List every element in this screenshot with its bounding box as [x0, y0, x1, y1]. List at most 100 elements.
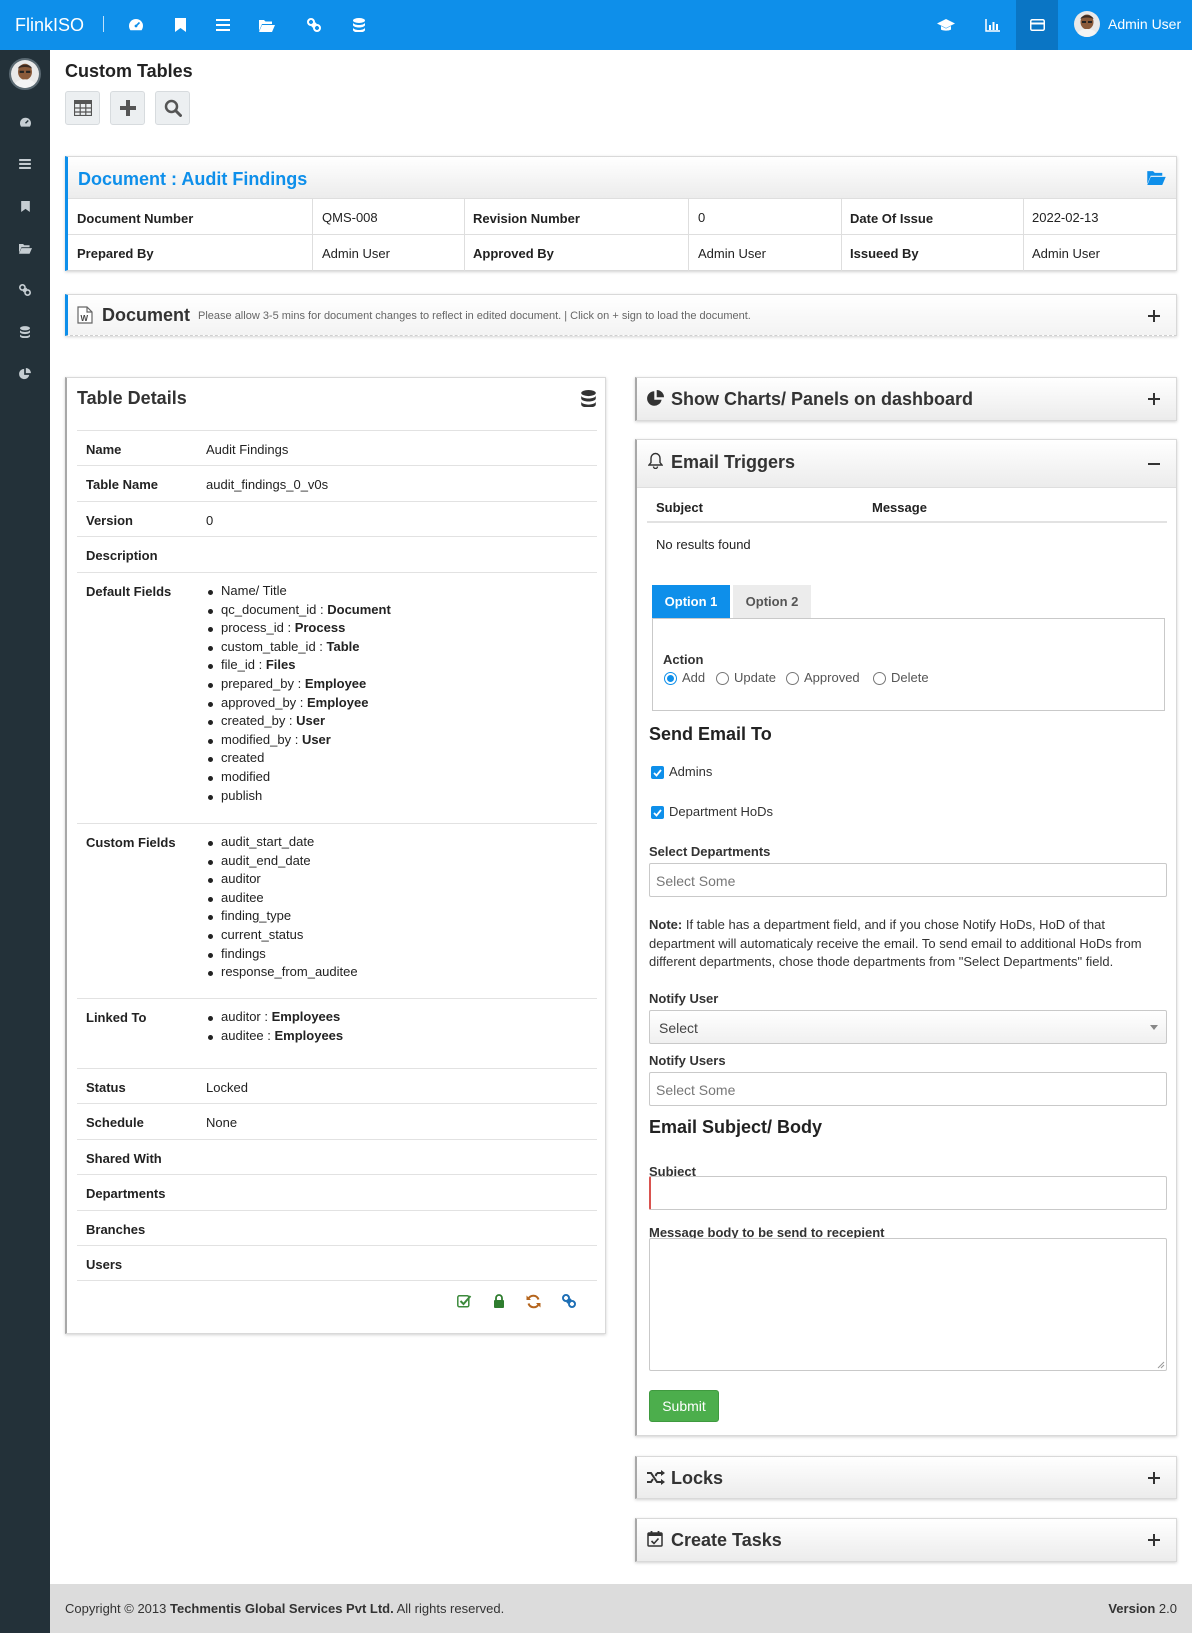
create-tasks-title: Create Tasks — [671, 1530, 782, 1550]
pie-chart-icon[interactable] — [17, 366, 33, 382]
word-document-icon: W — [77, 306, 93, 324]
submit-button[interactable]: Submit — [649, 1390, 719, 1422]
radio-update[interactable] — [716, 672, 729, 685]
database-icon[interactable] — [17, 324, 33, 340]
credit-card-icon[interactable] — [1026, 14, 1048, 36]
database-icon — [581, 390, 596, 407]
table-view-button[interactable] — [65, 91, 100, 125]
list-icon[interactable] — [212, 14, 234, 36]
check-icon[interactable] — [457, 1294, 472, 1308]
approved-by-label: Approved By — [473, 246, 554, 261]
department-hods-checkbox[interactable] — [651, 806, 664, 819]
expand-document-button[interactable] — [1148, 310, 1160, 322]
message-body-textarea[interactable] — [649, 1238, 1167, 1371]
database-icon[interactable] — [348, 14, 370, 36]
radio-add[interactable] — [664, 672, 677, 685]
field-item: process_id : Process — [206, 619, 391, 638]
field-item: response_from_auditee — [206, 963, 358, 982]
field-name: auditee : — [221, 1027, 275, 1043]
field-item: modified — [206, 768, 391, 787]
bookmark-icon[interactable] — [169, 14, 191, 36]
folder-open-icon[interactable] — [1147, 170, 1166, 185]
radio-approved-label: Approved — [804, 670, 860, 685]
user-name[interactable]: Admin User — [1108, 16, 1181, 32]
tab-option-1[interactable]: Option 1 — [652, 585, 730, 618]
collapse-email-triggers-button[interactable] — [1148, 458, 1160, 470]
tab-option-2[interactable]: Option 2 — [733, 585, 811, 618]
folder-open-icon[interactable] — [17, 240, 33, 256]
subject-input[interactable] — [649, 1176, 1167, 1210]
add-button[interactable] — [110, 91, 145, 125]
field-type: User — [301, 731, 331, 747]
admins-checkbox[interactable] — [651, 766, 664, 779]
select-departments-input[interactable]: Select Some — [649, 863, 1167, 897]
dashboard-icon[interactable] — [17, 114, 33, 130]
detail-row-table-name: Table Name audit_findings_0_v0s — [77, 465, 597, 501]
field-name: modified — [221, 768, 271, 784]
link-icon[interactable] — [562, 1294, 576, 1308]
description-label: Description — [86, 548, 158, 563]
link-icon[interactable] — [303, 14, 325, 36]
charts-panel-title: Show Charts/ Panels on dashboard — [671, 389, 974, 409]
date-of-issue-label: Date Of Issue — [850, 211, 934, 226]
field-item: finding_type — [206, 907, 358, 926]
detail-row-custom-fields: Custom Fields audit_start_date audit_end_… — [77, 823, 597, 998]
refresh-icon[interactable] — [526, 1294, 541, 1309]
brand-logo[interactable]: FlinkISO — [15, 15, 84, 36]
locks-panel[interactable]: Locks — [635, 1456, 1177, 1499]
detail-row-linked-to: Linked To auditor : Employees auditee : E… — [77, 998, 597, 1068]
departments-label: Departments — [86, 1186, 166, 1201]
table-details-title: Table Details — [77, 388, 187, 408]
expand-charts-button[interactable] — [1148, 393, 1160, 405]
bookmark-icon[interactable] — [17, 198, 33, 214]
prepared-by-label: Prepared By — [77, 246, 154, 261]
notify-users-input[interactable]: Select Some — [649, 1072, 1167, 1106]
version-text: Version 2.0 — [1108, 1601, 1177, 1616]
field-name: file_id : — [221, 657, 266, 673]
detail-row-schedule: Schedule None — [77, 1103, 597, 1139]
shuffle-icon — [647, 1470, 665, 1485]
folder-open-icon[interactable] — [256, 14, 278, 36]
bar-chart-icon[interactable] — [981, 14, 1003, 36]
charts-panel[interactable]: Show Charts/ Panels on dashboard — [635, 377, 1177, 421]
avatar[interactable] — [9, 58, 41, 90]
link-icon[interactable] — [17, 282, 33, 298]
expand-locks-button[interactable] — [1148, 1472, 1160, 1484]
field-type: Table — [326, 638, 360, 654]
email-triggers-panel: Email Triggers Subject Message No result… — [635, 439, 1177, 1436]
field-item: custom_table_id : Table — [206, 638, 391, 657]
note-label: Note: — [649, 917, 683, 932]
notify-user-select[interactable]: Select — [649, 1010, 1167, 1044]
document-panel: W Document Please allow 3-5 mins for doc… — [65, 294, 1177, 336]
field-name: Name/ Title — [221, 583, 287, 598]
field-item: audit_end_date — [206, 852, 358, 871]
document-title[interactable]: Document : Audit Findings — [78, 169, 307, 190]
search-button[interactable] — [155, 91, 190, 125]
lock-icon[interactable] — [493, 1294, 505, 1308]
field-item: auditee — [206, 889, 358, 908]
document-number-label: Document Number — [77, 211, 194, 226]
field-item: findings — [206, 945, 358, 964]
resize-handle-icon[interactable] — [1157, 1361, 1165, 1369]
field-type: Employee — [304, 675, 367, 691]
version-label: Version — [1108, 1601, 1156, 1616]
field-item: created — [206, 749, 391, 768]
dashboard-icon[interactable] — [125, 14, 147, 36]
radio-delete[interactable] — [873, 672, 886, 685]
linked-to-list: auditor : Employees auditee : Employees — [206, 1008, 343, 1045]
tab-content: Action Add Update Approved Delete — [652, 618, 1165, 711]
avatar[interactable] — [1074, 11, 1100, 37]
svg-text:W: W — [81, 314, 89, 323]
radio-approved[interactable] — [786, 672, 799, 685]
list-icon[interactable] — [17, 156, 33, 172]
table-name-label: Table Name — [86, 477, 159, 492]
search-icon — [164, 99, 182, 117]
plus-icon — [119, 100, 136, 116]
col-divider — [1023, 199, 1024, 271]
select-departments-placeholder: Select Some — [656, 873, 736, 889]
create-tasks-panel[interactable]: Create Tasks — [635, 1518, 1177, 1562]
status-value: Locked — [206, 1080, 248, 1095]
graduation-cap-icon[interactable] — [935, 14, 957, 36]
notify-user-value: Select — [659, 1020, 698, 1036]
expand-tasks-button[interactable] — [1148, 1534, 1160, 1546]
